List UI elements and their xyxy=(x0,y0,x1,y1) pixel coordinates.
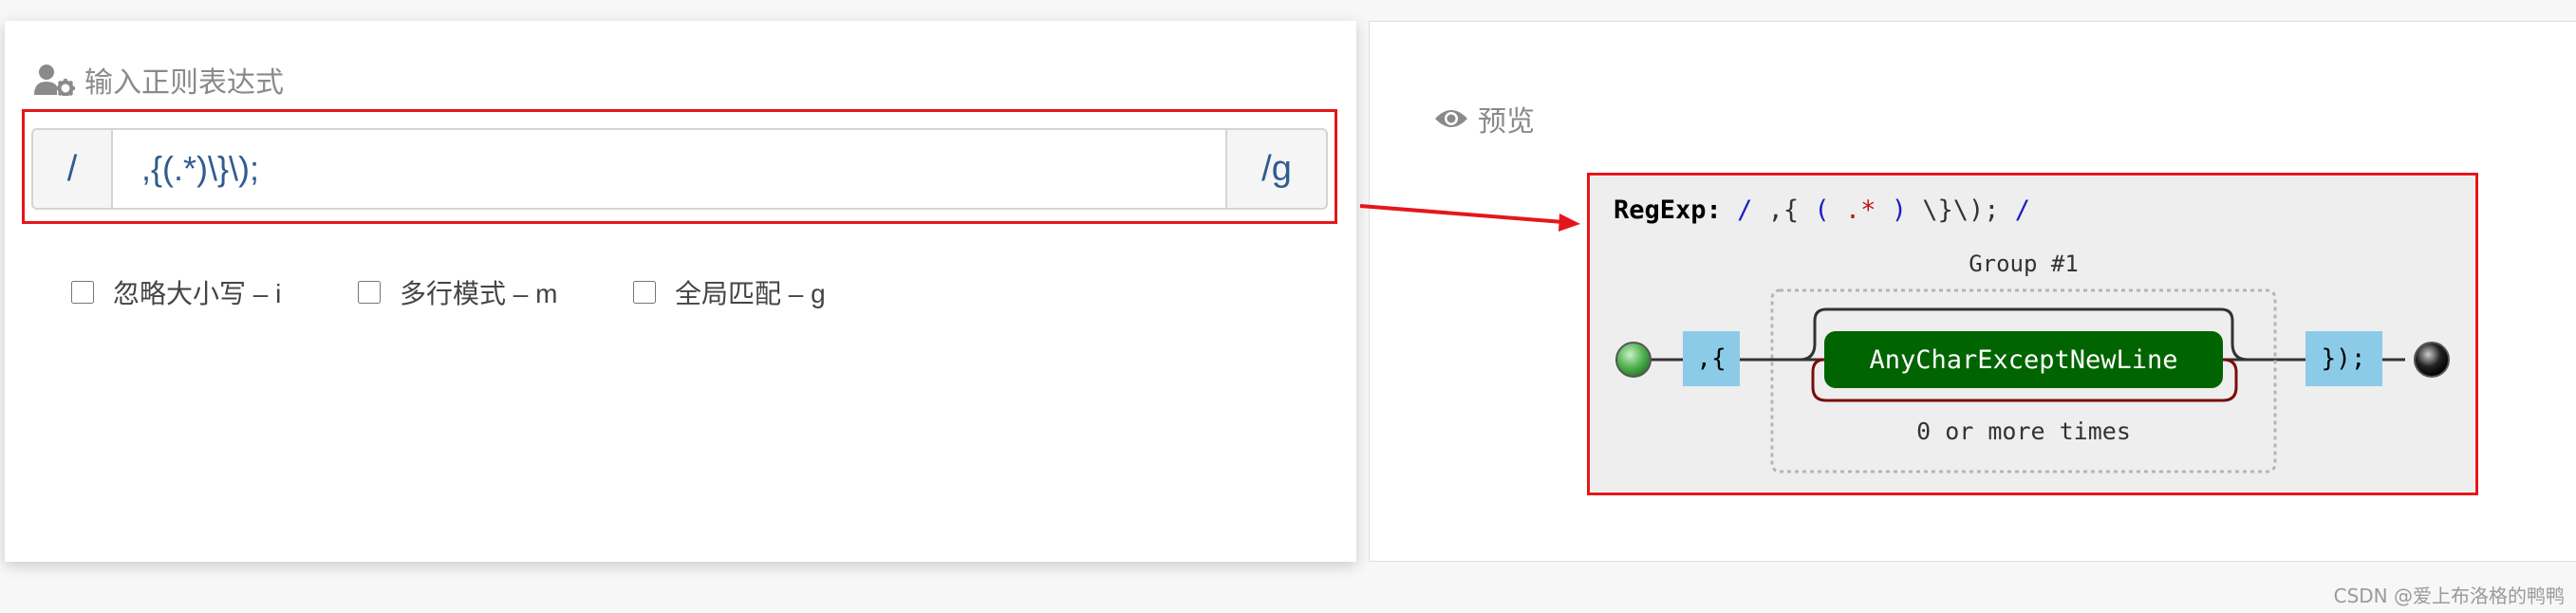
flag-ignore-case[interactable]: 忽略大小写 – i xyxy=(71,273,281,311)
regex-flags-addon: /g xyxy=(1225,130,1326,208)
regexp-group-open: ( xyxy=(1814,195,1829,225)
regexp-group-close: ) xyxy=(1892,195,1907,225)
user-gear-icon xyxy=(34,65,75,96)
literal-end-text: }); xyxy=(2322,344,2366,373)
ignore-case-checkbox[interactable] xyxy=(71,281,94,304)
regex-railroad-diagram: RegExp: / ,{ ( .* ) \}\); / ,{ Group #1 xyxy=(1591,176,2474,492)
literal-start-text: ,{ xyxy=(1696,344,1726,373)
regex-input-group: / /g xyxy=(31,128,1328,210)
regexp-literal-end: \}\); xyxy=(1922,195,1999,225)
preview-title-text: 预览 xyxy=(1478,106,1535,138)
regex-input[interactable] xyxy=(113,130,1225,208)
preview-panel-title: 预览 xyxy=(1434,98,1535,139)
start-node xyxy=(1615,342,1652,378)
csdn-watermark: CSDN @爱上布洛格的鸭鸭 xyxy=(2333,585,2565,607)
char-class-text: AnyCharExceptNewLine xyxy=(1869,345,2177,375)
global-checkbox[interactable] xyxy=(633,281,656,304)
regex-input-panel-title: 输入正则表达式 xyxy=(33,59,284,101)
end-node xyxy=(2414,342,2450,378)
regex-prefix-addon: / xyxy=(33,130,113,208)
flag-multiline[interactable]: 多行模式 – m xyxy=(358,273,557,311)
regexp-source-line: RegExp: / ,{ ( .* ) \}\); / xyxy=(1614,195,2030,225)
regexp-slash-close: / xyxy=(2015,195,2030,225)
flag-global[interactable]: 全局匹配 – g xyxy=(633,273,826,311)
ignore-case-label: 忽略大小写 – i xyxy=(113,279,282,308)
global-label: 全局匹配 – g xyxy=(675,279,826,308)
regexp-literal-start: ,{ xyxy=(1768,195,1800,225)
regexp-slash-open: / xyxy=(1737,195,1752,225)
regexp-dot-star: .* xyxy=(1845,195,1876,225)
group-label: Group #1 xyxy=(1969,251,2079,277)
repeat-label: 0 or more times xyxy=(1916,418,2131,445)
eye-icon xyxy=(1435,110,1467,127)
multiline-label: 多行模式 – m xyxy=(400,279,558,308)
annotation-arrow xyxy=(1359,204,1580,232)
regexp-label: RegExp: xyxy=(1614,195,1722,225)
regex-input-title-text: 输入正则表达式 xyxy=(84,67,284,99)
multiline-checkbox[interactable] xyxy=(358,281,381,304)
